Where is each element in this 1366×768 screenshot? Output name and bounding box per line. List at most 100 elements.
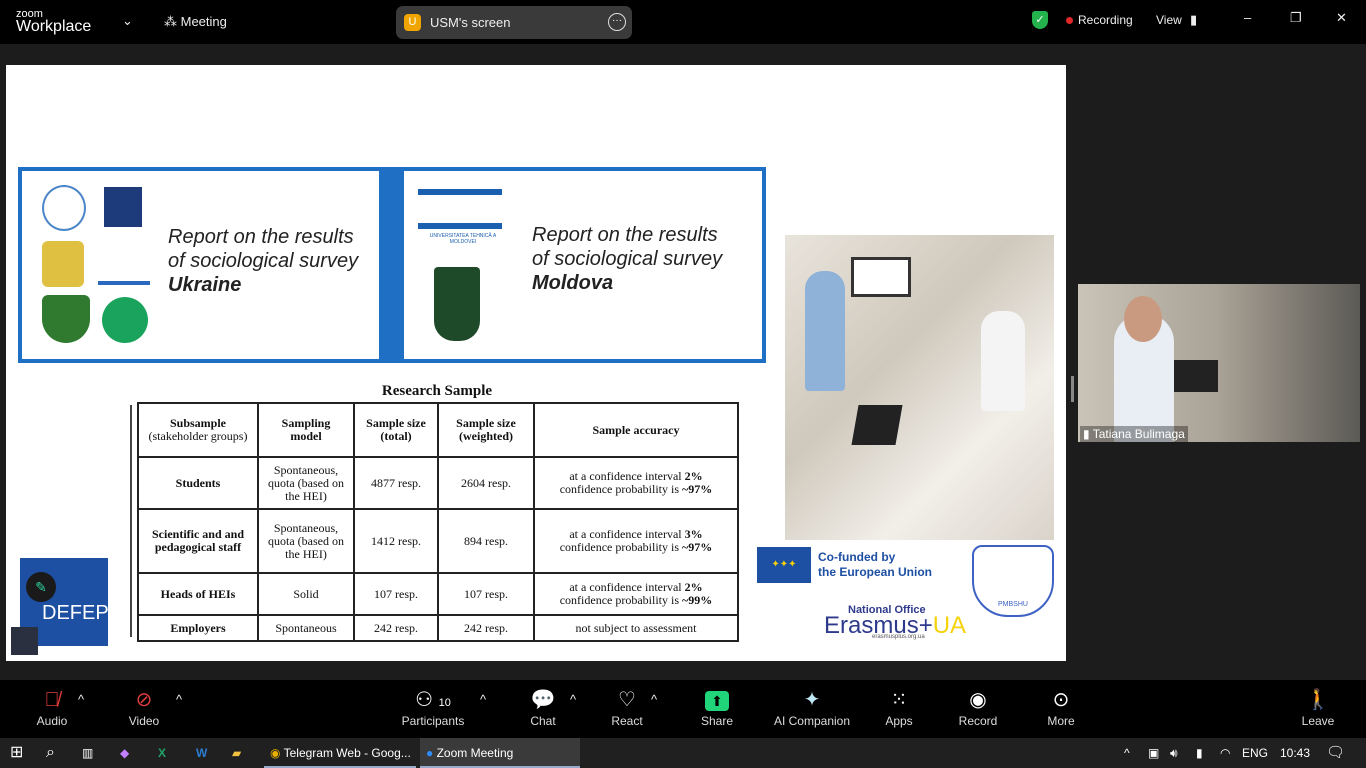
share-button[interactable]: ⬆ Share — [677, 686, 757, 728]
apps-icon: ⁙ — [890, 689, 908, 711]
erasmus-url: erasmusplus.org.ua — [872, 634, 925, 640]
slide-thumbnail[interactable] — [11, 627, 38, 655]
word-icon[interactable]: W — [190, 738, 207, 768]
country-name: Ukraine — [168, 274, 242, 296]
tray-chevron-icon[interactable]: ^ — [1118, 738, 1130, 768]
audio-options-chevron[interactable]: ^ — [78, 692, 84, 707]
ukraine-report-title: Report on the results of sociological su… — [168, 225, 358, 297]
team-meeting-photo — [785, 235, 1054, 540]
record-icon: ◉ — [969, 689, 987, 711]
chat-chevron[interactable]: ^ — [570, 692, 576, 707]
maximize-button[interactable]: ❐ — [1290, 10, 1302, 26]
title-line: of sociological survey — [532, 248, 723, 270]
user-avatar: U — [404, 14, 421, 31]
meeting-menu[interactable]: ⁂ Meeting — [164, 14, 227, 30]
annotate-pencil-icon[interactable]: ✎ — [26, 572, 56, 602]
share-label: USM's screen — [430, 15, 511, 30]
taskbar-chrome-telegram[interactable]: ◉ Telegram Web - Goog... — [264, 738, 416, 768]
zoom-icon: ● — [426, 746, 434, 760]
more-options-icon[interactable]: ··· — [608, 13, 626, 31]
table-title: Research Sample — [381, 383, 493, 399]
windows-taskbar: ⊞ ⌕ ▥ ◆ X W ▰ ◉ Telegram Web - Goog... ●… — [0, 738, 1366, 768]
screen-share-pill[interactable]: U USM's screen ··· — [396, 6, 632, 39]
signal-bars-icon: ▮ — [1083, 427, 1090, 441]
country-name: Moldova — [532, 272, 614, 294]
minimize-button[interactable]: – — [1244, 10, 1251, 25]
view-layout-icon[interactable]: ▮ — [1190, 12, 1197, 28]
pmbshu-logo: PMBSHU — [972, 545, 1054, 617]
table-header-row: Subsample (stakeholder groups) Sampling mo… — [137, 402, 739, 458]
ukraine-report-box: Report on the results of sociological su… — [18, 167, 383, 363]
zoom-workplace-logo: Workplace — [16, 18, 92, 35]
more-button[interactable]: ⊙ More — [1021, 686, 1101, 728]
participants-icon: ⚇ 10 — [415, 689, 451, 711]
microphone-icon[interactable]: ▮ — [1190, 738, 1203, 768]
divider — [383, 167, 400, 363]
table-row: Students Spontaneous, quota (based on the… — [137, 456, 739, 510]
table-side-line — [130, 405, 132, 637]
university-crest — [434, 267, 480, 341]
excel-icon[interactable]: X — [152, 738, 166, 768]
participant-video[interactable]: ▮ Tatiana Bulimaga — [1078, 284, 1360, 442]
header-size-total: Sample size (total) — [353, 402, 439, 458]
file-explorer-icon[interactable]: ▰ — [226, 738, 241, 768]
volume-icon[interactable]: 🔊︎ — [1164, 738, 1178, 768]
header-sampling-model: Sampling model — [257, 402, 355, 458]
title-line: Report on the results — [532, 224, 718, 246]
apps-button[interactable]: ⁙ Apps — [859, 686, 939, 728]
battery-icon[interactable]: ▣ — [1142, 738, 1159, 768]
video-options-chevron[interactable]: ^ — [176, 692, 182, 707]
eu-cofunded-text: Co-funded by the European Union — [818, 550, 932, 579]
clock[interactable]: 10:43 — [1274, 738, 1310, 768]
language-indicator[interactable]: ENG — [1236, 738, 1268, 768]
table-row: Scientific and and pedagogical staff Spon… — [137, 508, 739, 574]
wifi-icon[interactable]: ◠ — [1214, 738, 1230, 768]
participant-name: ▮ Tatiana Bulimaga — [1080, 426, 1188, 442]
meeting-label: Meeting — [180, 14, 227, 29]
camera-off-icon: ⊘ — [135, 689, 153, 711]
header-accuracy: Sample accuracy — [533, 402, 739, 458]
task-view-icon[interactable]: ▥ — [76, 738, 93, 768]
header-subsample: Subsample (stakeholder groups) — [137, 402, 259, 458]
recording-indicator[interactable]: Recording — [1078, 13, 1133, 27]
chrome-icon: ◉ — [270, 746, 281, 760]
moldova-report-box: UNIVERSITATEA TEHNICĂ A MOLDOVEI Report … — [400, 167, 766, 363]
video-button[interactable]: ⊘ Video — [104, 686, 184, 728]
close-button[interactable]: ✕ — [1336, 10, 1347, 26]
shield-check-icon[interactable]: ✓ — [1032, 11, 1048, 29]
research-sample-table: Subsample (stakeholder groups) Sampling mo… — [137, 402, 739, 642]
sparkle-icon: ✦ — [803, 689, 821, 711]
copilot-icon[interactable]: ◆ — [114, 738, 129, 768]
resize-handle[interactable] — [1071, 376, 1074, 402]
shared-slide: Report on the results of sociological su… — [6, 65, 1066, 661]
record-button[interactable]: ◉ Record — [938, 686, 1018, 728]
search-icon[interactable]: ⌕ — [40, 738, 55, 768]
meeting-toolbar: 🎙̸ Audio ^ ⊘ Video ^ ⚇ 10 Participants ^ 💬 C… — [0, 680, 1366, 738]
more-icon: ⊙ — [1052, 689, 1070, 711]
utm-logo — [418, 189, 502, 229]
eu-flag-icon: ✦✦✦ — [757, 547, 811, 583]
taskbar-zoom-meeting[interactable]: ● Zoom Meeting — [420, 738, 580, 768]
title-bar: zoom Workplace ⌄ ⁂ Meeting U USM's scree… — [0, 0, 1366, 44]
table-row: Heads of HEIs Solid 107 resp. 107 resp. at … — [137, 572, 739, 616]
title-line: Report on the results — [168, 226, 354, 248]
ai-companion-button[interactable]: ✦ AI Companion — [767, 686, 857, 728]
table-row: Employers Spontaneous 242 resp. 242 resp. n… — [137, 614, 739, 642]
participants-chevron[interactable]: ^ — [480, 692, 486, 707]
notifications-icon[interactable]: 🗨︎ — [1320, 738, 1345, 768]
view-button[interactable]: View — [1156, 13, 1182, 27]
leave-button[interactable]: 🚶 Leave — [1278, 686, 1358, 728]
leave-icon: 🚶 — [1305, 689, 1331, 711]
chevron-down-icon[interactable]: ⌄ — [122, 13, 133, 29]
participants-button[interactable]: ⚇ 10 Participants — [393, 686, 473, 728]
header-size-weighted: Sample size (weighted) — [437, 402, 535, 458]
windows-start-icon[interactable]: ⊞ — [4, 738, 23, 768]
utm-logo-text: UNIVERSITATEA TEHNICĂ A MOLDOVEI — [429, 233, 497, 245]
recording-dot-icon — [1066, 17, 1073, 24]
ukraine-university-logos — [42, 185, 152, 345]
people-icon: ⁂ — [164, 14, 177, 29]
react-chevron[interactable]: ^ — [651, 692, 657, 707]
moldova-report-title: Report on the results of sociological su… — [532, 223, 722, 295]
title-line: of sociological survey — [168, 250, 359, 272]
share-arrow-icon: ⬆ — [705, 691, 729, 711]
